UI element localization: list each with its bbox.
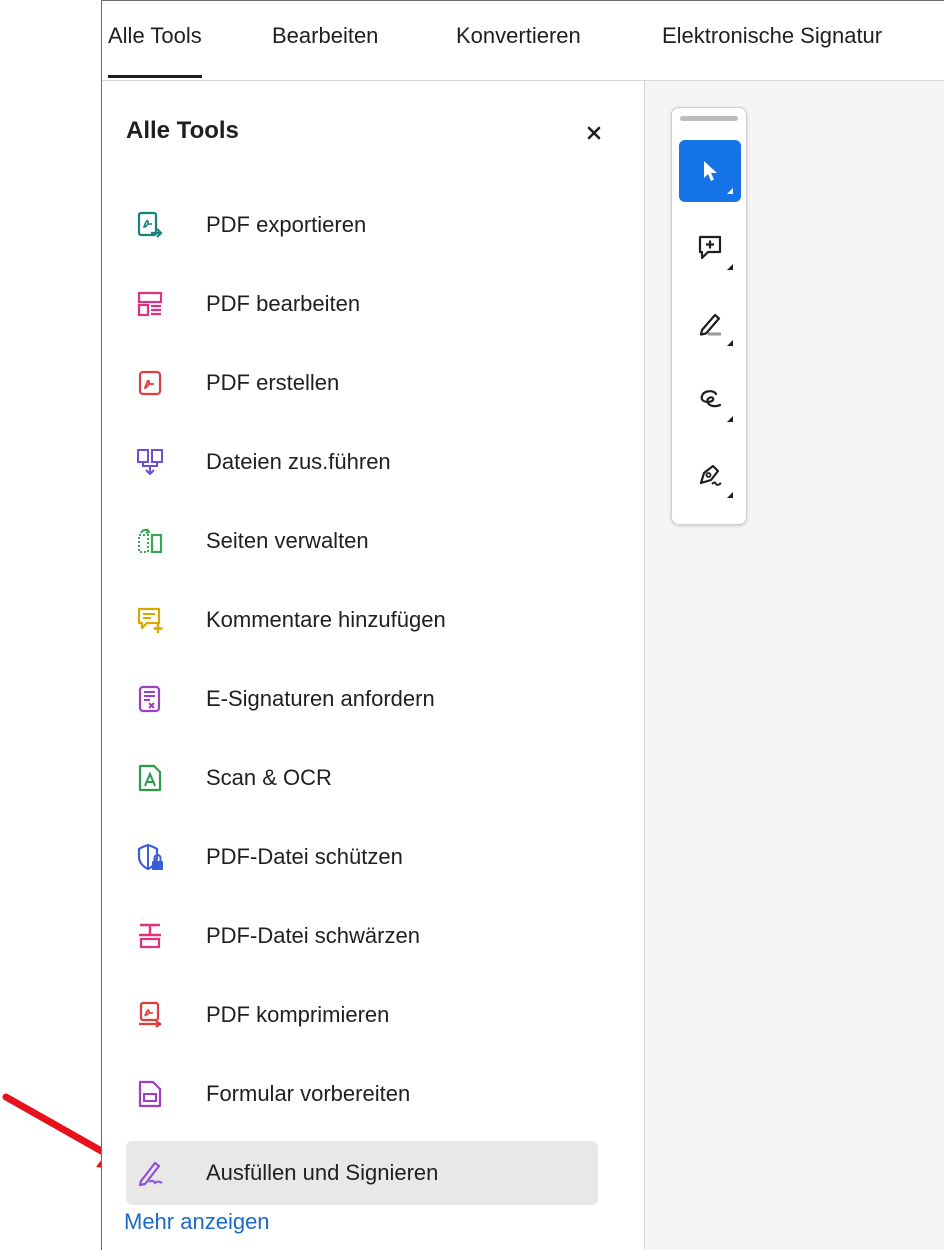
signature-pen-icon	[699, 464, 722, 486]
tool-pdf-datei-schwaerzen[interactable]: PDF-Datei schwärzen	[126, 904, 598, 968]
tool-label: Kommentare hinzufügen	[206, 607, 446, 632]
tool-label: Scan & OCR	[206, 765, 332, 790]
submenu-indicator	[727, 264, 733, 270]
tool-label: PDF bearbeiten	[206, 291, 361, 316]
screenshot-root: Alle Tools Bearbeiten Konvertieren Elekt…	[0, 0, 944, 1250]
tool-label: PDF-Datei schwärzen	[206, 923, 420, 948]
acrobat-window: Alle Tools Bearbeiten Konvertieren Elekt…	[101, 0, 944, 1250]
document-area[interactable]	[645, 81, 944, 1250]
tool-pdf-exportieren[interactable]: PDF exportieren	[126, 193, 598, 257]
show-more-link[interactable]: Mehr anzeigen	[124, 1209, 270, 1235]
combine-files-icon	[137, 449, 163, 476]
tool-label: PDF komprimieren	[206, 1002, 390, 1027]
tool-label: Seiten verwalten	[206, 528, 369, 553]
tool-label: Formular vorbereiten	[206, 1081, 411, 1106]
panel-title: Alle Tools	[126, 117, 239, 144]
submenu-indicator	[727, 416, 733, 422]
all-tools-panel: Alle Tools PDF exportieren PDF bearbeite…	[102, 81, 645, 1250]
tab-konvertieren[interactable]: Konvertieren	[456, 23, 581, 49]
add-comment-tool-button[interactable]	[679, 216, 741, 278]
submenu-indicator	[727, 188, 733, 194]
draw-tool-button[interactable]	[679, 368, 741, 430]
tab-alle-tools[interactable]: Alle Tools	[108, 23, 202, 78]
tool-kommentare-hinzufuegen[interactable]: Kommentare hinzufügen	[126, 588, 598, 652]
tool-label: PDF erstellen	[206, 370, 340, 395]
toolbar-grip-handle[interactable]	[680, 116, 738, 121]
tool-label: E-Signaturen anfordern	[206, 686, 435, 711]
lasso-draw-icon	[700, 390, 722, 408]
protect-pdf-icon	[137, 843, 163, 871]
tool-label: PDF exportieren	[206, 212, 367, 237]
submenu-indicator	[727, 492, 733, 498]
tool-formular-vorbereiten[interactable]: Formular vorbereiten	[126, 1062, 598, 1126]
comment-plus-icon	[698, 235, 722, 260]
tab-elektronische-signatur[interactable]: Elektronische Signatur	[662, 23, 882, 49]
tool-label: Dateien zus.führen	[206, 449, 391, 474]
tool-tab-bar: Alle Tools Bearbeiten Konvertieren Elekt…	[102, 1, 944, 81]
tool-e-signaturen-anfordern[interactable]: E-Signaturen anfordern	[126, 667, 598, 731]
tool-label: PDF-Datei schützen	[206, 844, 403, 869]
tool-label: Ausfüllen und Signieren	[206, 1160, 439, 1185]
sign-tool-button[interactable]	[679, 444, 741, 506]
submenu-indicator	[727, 340, 733, 346]
tool-pdf-komprimieren[interactable]: PDF komprimieren	[126, 983, 598, 1047]
tool-dateien-zusammenfuehren[interactable]: Dateien zus.führen	[126, 430, 598, 494]
redact-pdf-icon	[139, 923, 161, 949]
compress-pdf-icon	[139, 1001, 162, 1028]
export-pdf-icon	[137, 211, 163, 238]
cursor-icon	[704, 161, 717, 181]
prepare-form-icon	[138, 1080, 162, 1108]
tool-pdf-erstellen[interactable]: PDF erstellen	[126, 351, 598, 415]
tool-pdf-datei-schuetzen[interactable]: PDF-Datei schützen	[126, 825, 598, 889]
pen-highlight-icon	[699, 313, 721, 336]
create-pdf-icon	[138, 370, 162, 396]
select-tool-button[interactable]	[679, 140, 741, 202]
request-esign-icon	[138, 685, 161, 713]
tool-ausfuellen-und-signieren[interactable]: Ausfüllen und Signieren	[126, 1141, 598, 1205]
tool-seiten-verwalten[interactable]: Seiten verwalten	[126, 509, 598, 573]
tab-bearbeiten[interactable]: Bearbeiten	[272, 23, 378, 49]
tool-scan-ocr[interactable]: Scan & OCR	[126, 746, 598, 810]
close-panel-button[interactable]	[578, 117, 610, 149]
close-icon	[587, 126, 601, 140]
quick-tools-toolbar	[671, 107, 747, 525]
organize-pages-icon	[138, 528, 163, 554]
fill-sign-icon	[138, 1161, 163, 1187]
highlight-tool-button[interactable]	[679, 292, 741, 354]
add-comment-icon	[137, 607, 163, 633]
edit-pdf-icon	[137, 291, 163, 317]
tool-pdf-bearbeiten[interactable]: PDF bearbeiten	[126, 272, 598, 336]
scan-ocr-icon	[138, 764, 162, 792]
